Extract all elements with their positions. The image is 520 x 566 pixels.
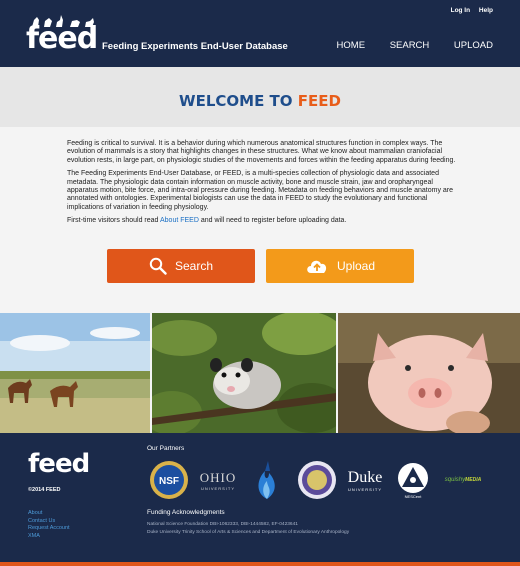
- nav-search[interactable]: SEARCH: [390, 40, 430, 51]
- bottom-accent-bar: [0, 562, 520, 566]
- login-link[interactable]: Log In: [451, 7, 471, 14]
- footer-link-request-account[interactable]: Request Account: [28, 525, 70, 533]
- nescent-triangle-icon: [398, 462, 428, 493]
- nav-upload[interactable]: UPLOAD: [454, 40, 493, 51]
- squishy-media-logo[interactable]: squishy MEDIA: [440, 458, 486, 502]
- title-prefix: WELCOME TO: [179, 92, 298, 110]
- search-icon: [149, 257, 167, 275]
- ohio-sub-text: UNIVERSITY: [200, 485, 235, 491]
- funding-line-2: Duke University Trinity School of Arts &…: [147, 530, 350, 535]
- intro-p3-after: and will need to register before uploadi…: [198, 217, 347, 225]
- intro-p3-before: First-time visitors should read: [67, 217, 160, 225]
- anniversary-seal-icon: [298, 461, 336, 499]
- nescent-logo[interactable]: NESCent: [393, 458, 433, 502]
- ohio-university-logo[interactable]: OHIO UNIVERSITY: [195, 458, 241, 502]
- upload-cloud-icon: [305, 257, 329, 275]
- about-feed-link[interactable]: About FEED: [160, 217, 199, 224]
- squishy-text: squishy: [444, 477, 466, 483]
- duke-university-logo[interactable]: Duke UNIVERSITY: [343, 458, 387, 502]
- horses-photo: [0, 313, 150, 433]
- logo-text: feed: [26, 21, 98, 56]
- search-button[interactable]: Search: [107, 249, 255, 283]
- flame-icon: [258, 461, 275, 499]
- top-links: Log In Help: [444, 7, 493, 14]
- nescent-text: NESCent: [404, 493, 422, 499]
- page-title: WELCOME TO FEED: [0, 92, 520, 110]
- intro-text: Feeding is critical to survival. It is a…: [67, 140, 462, 231]
- footer-link-about[interactable]: About: [28, 510, 70, 518]
- footer-link-contact[interactable]: Contact Us: [28, 518, 70, 526]
- main-nav: HOME SEARCH UPLOAD: [315, 40, 493, 51]
- duke-sub-text: UNIVERSITY: [347, 486, 382, 492]
- nav-home[interactable]: HOME: [337, 40, 366, 51]
- footer-logo[interactable]: feed: [28, 449, 90, 479]
- anniversary-seal-logo[interactable]: [295, 458, 339, 502]
- duke-text: Duke: [347, 468, 383, 486]
- nsf-logo[interactable]: NSF: [147, 458, 191, 502]
- footer-link-xma[interactable]: XMA: [28, 533, 70, 541]
- search-button-label: Search: [174, 259, 214, 273]
- site-tagline: Feeding Experiments End-User Database: [102, 41, 288, 52]
- funding-line-1: National Science Foundation DBI-1062333,…: [147, 522, 298, 527]
- ohio-text: OHIO: [199, 469, 237, 485]
- flame-partner-logo[interactable]: [248, 458, 286, 502]
- intro-paragraph-2: The Feeding Experiments End-User Databas…: [67, 170, 454, 211]
- funding-title: Funding Acknowledgments: [147, 509, 225, 516]
- intro-paragraph-3: First-time visitors should read About FE…: [67, 217, 462, 225]
- nsf-seal-icon: NSF: [150, 461, 188, 499]
- nsf-text: NSF: [159, 476, 179, 487]
- feed-logo[interactable]: feed: [26, 12, 98, 56]
- help-link[interactable]: Help: [479, 7, 493, 14]
- piglet-photo: [338, 313, 520, 433]
- upload-button[interactable]: Upload: [266, 249, 414, 283]
- upload-button-label: Upload: [336, 259, 376, 273]
- title-accent: FEED: [297, 92, 341, 110]
- footer-links: About Contact Us Request Account XMA: [28, 510, 70, 540]
- copyright-text: ©2014 FEED: [28, 487, 61, 493]
- opossum-photo: [152, 313, 336, 433]
- media-text: MEDIA: [465, 477, 482, 483]
- partners-title: Our Partners: [147, 445, 185, 452]
- intro-paragraph-1: Feeding is critical to survival. It is a…: [67, 140, 456, 164]
